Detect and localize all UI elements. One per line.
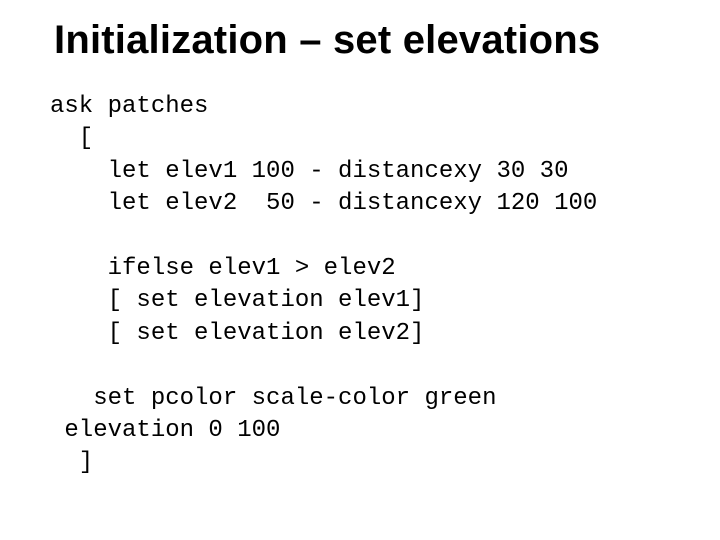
code-line: set pcolor scale-color green [50,385,496,412]
slide: Initialization – set elevations ask patc… [0,0,720,540]
slide-title: Initialization – set elevations [54,18,720,63]
code-line: [ set elevation elev1] [50,287,424,314]
code-line: let elev1 100 - distancexy 30 30 [50,158,568,185]
code-line: let elev2 50 - distancexy 120 100 [50,190,597,217]
code-line: [ [50,125,93,152]
code-line: ask patches [50,93,208,120]
code-block: ask patches [ let elev1 100 - distancexy… [50,91,720,480]
code-line: ifelse elev1 > elev2 [50,255,396,282]
code-line: elevation 0 100 [50,417,280,444]
code-line: ] [50,449,93,476]
code-line: [ set elevation elev2] [50,320,424,347]
